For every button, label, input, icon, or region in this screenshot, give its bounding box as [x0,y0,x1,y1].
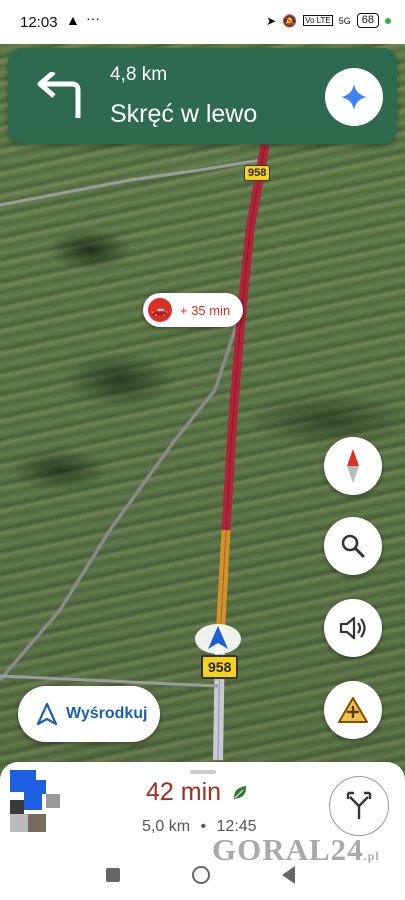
trip-distance: 5,0 km [142,818,191,835]
recent-apps-button[interactable] [106,868,120,882]
road-number-label: 958 [244,165,271,181]
sheet-drag-handle[interactable] [190,770,216,774]
volte-icon: Vo LTE [303,15,333,26]
status-time: 12:03 [20,14,58,31]
battery-icon: 68 [356,13,379,28]
traffic-car-icon: 🚗 [148,298,172,322]
status-bar: 12:03 ▲ ··· ➤ 🔕 Vo LTE 5G 68 [0,0,405,44]
navigation-arrow-icon: ▲ [66,12,80,28]
navigation-banner[interactable]: 4,8 km Skręć w lewo [8,48,397,144]
leaf-icon [233,785,247,799]
assistant-button[interactable] [325,68,383,126]
status-icons: ➤ 🔕 Vo LTE 5G 68 [266,13,391,28]
navigation-arrow-icon [36,702,58,726]
road-number-label-current: 958 [201,655,239,679]
search-icon [341,534,365,558]
traffic-delay-callout[interactable]: 🚗 + 35 min [143,293,243,327]
current-position-marker [195,624,241,654]
sound-button[interactable] [324,599,382,657]
eta-row: 42 min [146,778,249,807]
sound-icon [339,616,366,640]
bottom-road [0,674,219,688]
watermark-suffix: .pl [363,849,380,863]
home-button[interactable] [192,866,210,884]
report-incident-icon [338,697,368,723]
turn-distance: 4,8 km [110,64,168,85]
turn-left-icon [37,72,81,118]
side-road [0,158,261,207]
alt-routes-icon [346,791,372,819]
more-icon: ··· [86,10,100,26]
network-icon: 5G [338,15,351,26]
eta-duration: 42 min [146,778,222,806]
compass-button[interactable] [324,437,382,495]
recenter-label: Wyśrodkuj [66,705,148,722]
traffic-delay-text: + 35 min [180,302,231,318]
recenter-button[interactable]: Wyśrodkuj [18,686,160,742]
back-button[interactable] [282,866,295,884]
mute-icon: 🔕 [282,13,298,28]
search-button[interactable] [324,517,382,575]
compass-icon [347,449,359,483]
report-incident-button[interactable] [324,681,382,739]
privacy-dot-icon [385,17,391,24]
watermark-logo: GORAL24.pl [212,832,380,868]
separator-dot: • [200,818,207,835]
watermark-text: GORAL24 [212,832,364,867]
alternate-routes-button[interactable] [329,776,389,836]
location-icon: ➤ [266,13,277,28]
turn-instruction: Skręć w lewo [110,100,258,128]
pixelated-thumbnail [10,770,60,832]
sparkle-icon [341,84,367,110]
